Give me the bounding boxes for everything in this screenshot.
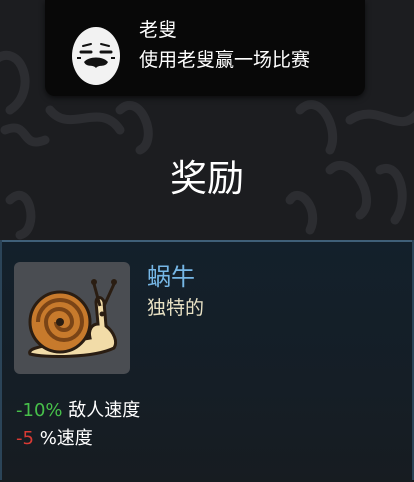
reward-title: 奖励 [170, 157, 244, 200]
card-border-left [0, 240, 2, 480]
item-rarity: 独特的 [147, 297, 205, 319]
stat-enemy-speed: -10% 敌人速度 [16, 400, 140, 422]
stat-label: %速度 [39, 428, 93, 449]
snail-icon [28, 279, 118, 358]
item-icon-tile [14, 262, 130, 374]
achievement-name: 老叟 [139, 19, 178, 41]
stat-speed: -5 %速度 [16, 428, 93, 450]
achievement-description: 使用老叟赢一场比赛 [139, 49, 311, 71]
achievement-banner: 老叟 使用老叟赢一场比赛 [45, 0, 365, 96]
stat-label: 敌人速度 [68, 400, 141, 421]
item-name: 蜗牛 [147, 263, 195, 291]
stat-value: -5 [16, 428, 34, 449]
stat-value: -10% [16, 400, 63, 421]
old-man-egg-icon [72, 27, 120, 85]
